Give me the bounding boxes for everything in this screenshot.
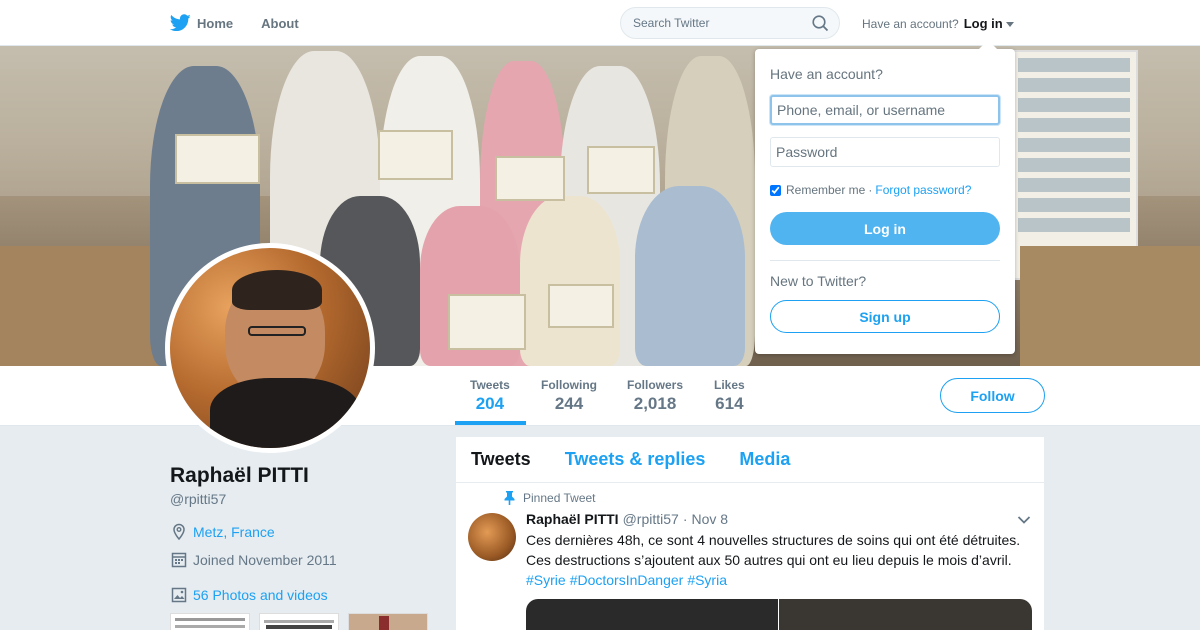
active-stat-underline xyxy=(455,421,526,425)
tweet-text: Ces dernières 48h, ce sont 4 nouvelles s… xyxy=(526,532,1021,568)
photos-videos-link[interactable]: 56 Photos and videos xyxy=(193,587,328,603)
banner-table-right xyxy=(1020,246,1200,366)
stat-value: 204 xyxy=(475,394,505,413)
signup-button[interactable]: Sign up xyxy=(770,300,1000,333)
search-icon[interactable] xyxy=(812,15,829,32)
tweet-body: Ces dernières 48h, ce sont 4 nouvelles s… xyxy=(526,530,1038,590)
hashtag-link[interactable]: #DoctorsInDanger xyxy=(570,572,684,588)
login-toggle[interactable]: Log in xyxy=(964,16,1003,31)
login-dropdown: Have an account? Remember me · Forgot pa… xyxy=(755,40,1015,354)
calendar-icon xyxy=(171,552,187,568)
remember-me-label: Remember me xyxy=(786,183,866,197)
timeline-tabs: Tweets Tweets & replies Media xyxy=(456,437,1044,483)
stat-likes[interactable]: Likes 614 xyxy=(714,378,745,414)
profile-joined: Joined November 2011 xyxy=(171,551,337,568)
stat-label: Followers xyxy=(627,378,684,392)
tweet-author-handle[interactable]: @rpitti57 xyxy=(623,511,679,527)
nav-home-label: Home xyxy=(197,15,234,31)
forgot-password-link[interactable]: Forgot password? xyxy=(875,183,971,197)
have-account-text: Have an account? xyxy=(862,16,959,31)
chevron-down-icon[interactable] xyxy=(1017,515,1031,525)
media-thumb[interactable] xyxy=(259,613,339,630)
dropdown-divider xyxy=(770,260,1000,261)
pinned-text: Pinned Tweet xyxy=(523,491,596,505)
stat-value: 244 xyxy=(554,394,584,413)
stat-label: Likes xyxy=(714,378,745,392)
remember-separator: · xyxy=(868,183,873,197)
password-input[interactable] xyxy=(770,137,1000,167)
profile-location: Metz, France xyxy=(171,523,275,541)
nav-about[interactable]: About xyxy=(261,16,299,31)
tab-tweets-replies[interactable]: Tweets & replies xyxy=(565,449,706,470)
nav-about-label: About xyxy=(261,15,299,31)
profile-photos-videos: 56 Photos and videos xyxy=(171,587,328,603)
hashtag-link[interactable]: #Syrie xyxy=(526,572,566,588)
tab-tweets[interactable]: Tweets xyxy=(471,449,531,470)
username-input[interactable] xyxy=(770,95,1000,125)
joined-text: Joined November 2011 xyxy=(193,551,337,568)
tweet-header: Raphaël PITTI @rpitti57 · Nov 8 xyxy=(526,511,728,527)
tweet-media-image[interactable] xyxy=(779,599,1032,630)
pin-icon xyxy=(504,491,515,505)
login-dropdown-title: Have an account? xyxy=(770,66,883,82)
location-link[interactable]: Metz, France xyxy=(193,524,275,540)
tweet-hashtags: #Syrie #DoctorsInDanger #Syria xyxy=(526,570,1038,590)
nav-left: Home About xyxy=(170,0,327,46)
hashtag-link[interactable]: #Syria xyxy=(687,572,727,588)
media-thumb[interactable] xyxy=(348,613,428,630)
tweet-media-image[interactable] xyxy=(526,599,778,630)
top-nav: Home About Have an account? Log in xyxy=(0,0,1200,46)
tweet-author-name[interactable]: Raphaël PITTI xyxy=(526,511,619,527)
tab-media[interactable]: Media xyxy=(739,449,790,470)
banner-table-left xyxy=(0,246,170,366)
profile-avatar[interactable] xyxy=(165,243,375,453)
new-to-twitter-text: New to Twitter? xyxy=(770,273,867,289)
stat-followers[interactable]: Followers 2,018 xyxy=(627,378,683,414)
twitter-bird-icon xyxy=(170,14,191,32)
media-thumb[interactable] xyxy=(170,613,250,630)
remember-me-checkbox[interactable] xyxy=(770,184,781,196)
nav-home[interactable]: Home xyxy=(170,14,233,32)
stat-tweets[interactable]: Tweets 204 xyxy=(470,378,510,414)
stat-value: 2,018 xyxy=(633,394,677,413)
tweet-separator: · xyxy=(682,511,688,527)
tweet-date[interactable]: Nov 8 xyxy=(691,511,728,527)
stat-label: Following xyxy=(541,378,597,392)
caret-down-icon[interactable] xyxy=(1005,22,1014,27)
tweet-avatar[interactable] xyxy=(468,513,516,561)
search-box xyxy=(620,7,840,39)
stat-value: 614 xyxy=(715,394,744,413)
timeline: Tweets Tweets & replies Media Pinned Twe… xyxy=(456,437,1044,630)
stat-following[interactable]: Following 244 xyxy=(541,378,597,414)
pinned-tweet-label: Pinned Tweet xyxy=(504,491,596,505)
account-menu: Have an account? Log in xyxy=(862,16,1014,31)
follow-button[interactable]: Follow xyxy=(940,378,1045,413)
remember-row: Remember me · Forgot password? xyxy=(770,183,971,197)
search-input[interactable] xyxy=(621,8,801,38)
avatar-photo xyxy=(170,248,370,448)
photo-icon xyxy=(171,587,187,603)
stat-label: Tweets xyxy=(470,378,510,392)
location-pin-icon xyxy=(173,523,185,541)
profile-name: Raphaël PITTI xyxy=(170,464,309,487)
login-button[interactable]: Log in xyxy=(770,212,1000,245)
profile-handle: @rpitti57 xyxy=(170,491,227,507)
